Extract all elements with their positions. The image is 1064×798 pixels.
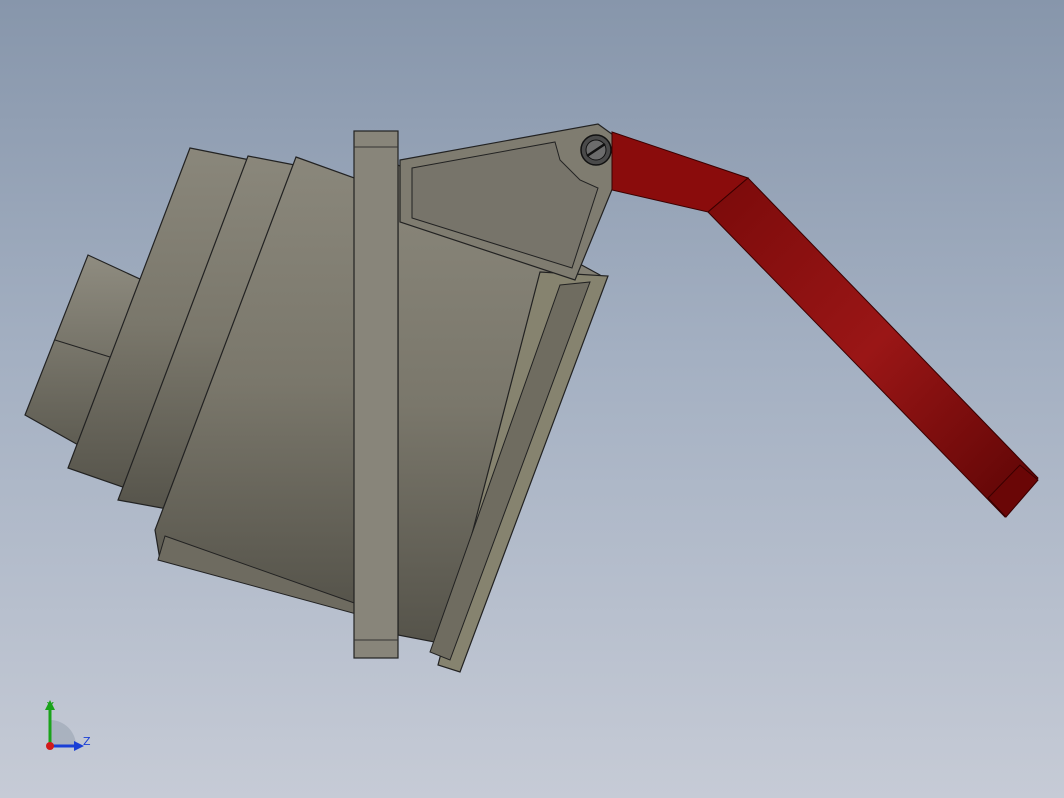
slotted-screw-icon xyxy=(580,134,612,166)
y-axis-label: Y xyxy=(46,700,54,713)
z-axis-label: Z xyxy=(83,735,91,748)
axis-triad: Y Z xyxy=(45,700,91,751)
cad-viewport[interactable]: Y Z xyxy=(0,0,1064,798)
rear-housing-rings xyxy=(67,147,361,616)
origin-dot-icon xyxy=(46,742,54,750)
3d-model-render[interactable] xyxy=(0,0,1064,798)
triad-plane-icon xyxy=(50,720,76,746)
red-lever-handle[interactable] xyxy=(611,131,1039,518)
mounting-flange xyxy=(353,130,399,659)
